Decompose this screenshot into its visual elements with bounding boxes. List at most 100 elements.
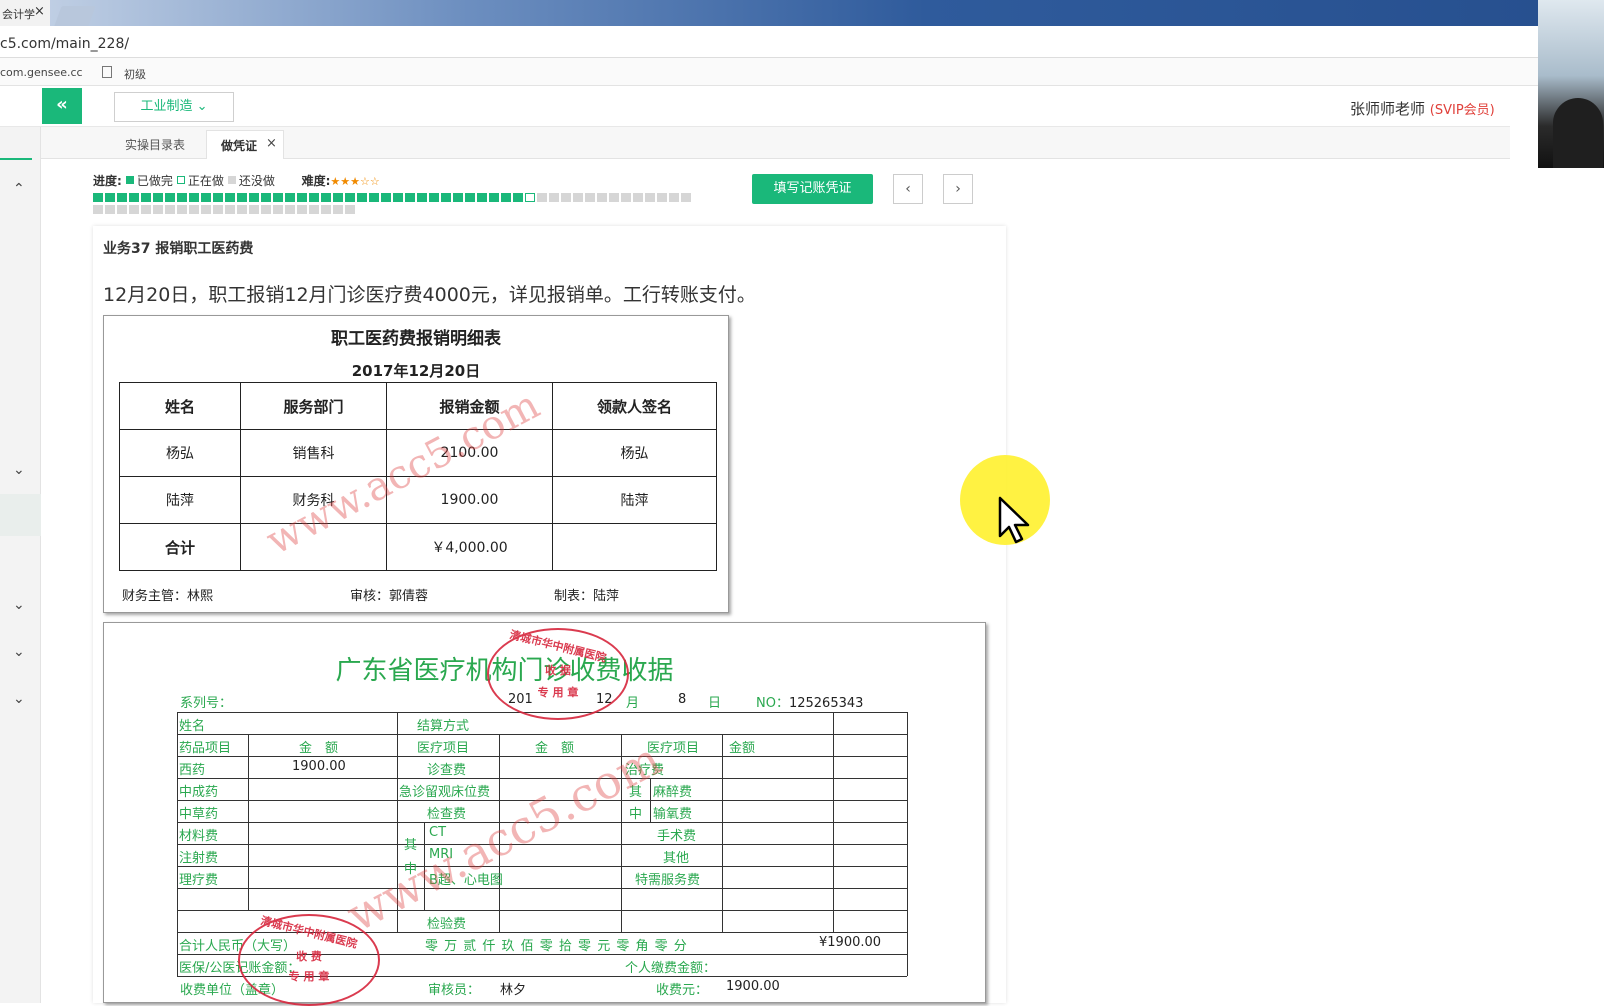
bookmark-beginner[interactable]: 初级 [124,66,146,82]
progress-cell[interactable] [633,193,643,202]
progress-cell[interactable] [585,193,595,202]
chevron-up-icon[interactable]: ⌃ [13,181,25,197]
progress-cell[interactable] [513,193,523,202]
chevron-down-icon[interactable]: ⌄ [13,462,25,478]
progress-cell[interactable] [273,193,283,202]
industry-dropdown[interactable]: 工业制造 ⌄ [114,92,234,122]
progress-cell[interactable] [213,205,223,214]
progress-cell[interactable] [393,193,403,202]
progress-cell[interactable] [165,193,175,202]
tab-catalog[interactable]: 实操目录表 [125,136,185,153]
progress-cell[interactable] [201,205,211,214]
progress-cell[interactable] [225,193,235,202]
progress-cell[interactable] [153,205,163,214]
amount-label: 金额 [729,741,756,756]
progress-cell[interactable] [129,193,139,202]
progress-cell[interactable] [105,205,115,214]
url-text[interactable]: c5.com/main_228/ [0,36,129,52]
teacher-name: 张师师老师 [1350,100,1426,118]
progress-cell[interactable] [237,205,247,214]
no-label: NO： [756,696,789,711]
progress-cell[interactable] [105,193,115,202]
injection-fee-label: 注射费 [179,851,219,866]
progress-cell[interactable] [129,205,139,214]
progress-cell[interactable] [405,193,415,202]
sidebar-item-highlight[interactable] [0,494,41,536]
progress-cell[interactable] [669,193,679,202]
progress-cell[interactable] [285,193,295,202]
progress-cell[interactable] [249,193,259,202]
progress-cell[interactable] [285,205,295,214]
progress-cell[interactable] [525,193,535,202]
progress-cell[interactable] [261,193,271,202]
auditor-name: 林夕 [500,983,527,998]
progress-cell[interactable] [321,193,331,202]
progress-cell[interactable] [93,205,103,214]
user-name[interactable]: 张师师老师 (SVIP会员) [1350,98,1495,119]
progress-cell[interactable] [177,193,187,202]
next-button[interactable]: › [943,174,973,204]
progress-cell[interactable] [225,205,235,214]
progress-cell[interactable] [501,193,511,202]
progress-cell[interactable] [309,205,319,214]
chevron-down-icon[interactable]: ⌄ [13,691,25,707]
progress-cell[interactable] [345,205,355,214]
progress-cell[interactable] [249,205,259,214]
progress-cell[interactable] [549,193,559,202]
progress-cell[interactable] [537,193,547,202]
progress-cell[interactable] [165,205,175,214]
progress-cell[interactable] [489,193,499,202]
progress-cell[interactable] [333,205,343,214]
auditor: 审核：郭倩蓉 [350,589,429,604]
progress-cell[interactable] [369,193,379,202]
progress-cell[interactable] [297,193,307,202]
progress-cell[interactable] [177,205,187,214]
progress-cell[interactable] [201,193,211,202]
bookmarks-bar [0,58,1540,86]
progress-cell[interactable] [321,205,331,214]
progress-cell[interactable] [681,193,691,202]
progress-cell[interactable] [297,205,307,214]
progress-cell[interactable] [141,205,151,214]
webcam-person [1553,98,1603,168]
progress-cell[interactable] [237,193,247,202]
address-bar[interactable] [0,26,1540,58]
progress-cell[interactable] [645,193,655,202]
progress-cell[interactable] [189,205,199,214]
new-tab-button[interactable] [54,6,96,26]
progress-cell[interactable] [261,205,271,214]
progress-cell[interactable] [417,193,427,202]
fill-voucher-button[interactable]: 填写记账凭证 [752,174,873,204]
chevron-down-icon[interactable]: ⌄ [13,597,25,613]
progress-cell[interactable] [357,193,367,202]
progress-cell[interactable] [93,193,103,202]
progress-cell[interactable] [465,193,475,202]
progress-cell[interactable] [213,193,223,202]
collapse-sidebar-button[interactable]: « [42,88,82,124]
progress-cell[interactable] [345,193,355,202]
progress-cell[interactable] [609,193,619,202]
progress-cell[interactable] [309,193,319,202]
progress-cell[interactable] [597,193,607,202]
progress-cell[interactable] [429,193,439,202]
progress-cell[interactable] [453,193,463,202]
progress-cell[interactable] [381,193,391,202]
progress-cell[interactable] [117,193,127,202]
browser-tab-close-icon[interactable]: × [34,4,45,19]
progress-cell[interactable] [141,193,151,202]
close-icon[interactable]: × [266,136,277,151]
progress-cell[interactable] [189,193,199,202]
prev-button[interactable]: ‹ [893,174,923,204]
progress-cell[interactable] [273,205,283,214]
progress-cell[interactable] [117,205,127,214]
progress-cell[interactable] [333,193,343,202]
progress-cell[interactable] [573,193,583,202]
progress-cell[interactable] [153,193,163,202]
progress-cell[interactable] [477,193,487,202]
chevron-down-icon[interactable]: ⌄ [13,644,25,660]
progress-cell[interactable] [561,193,571,202]
progress-cell[interactable] [621,193,631,202]
progress-cell[interactable] [441,193,451,202]
progress-cell[interactable] [657,193,667,202]
bookmark-gensee[interactable]: com.gensee.cc [0,66,83,79]
